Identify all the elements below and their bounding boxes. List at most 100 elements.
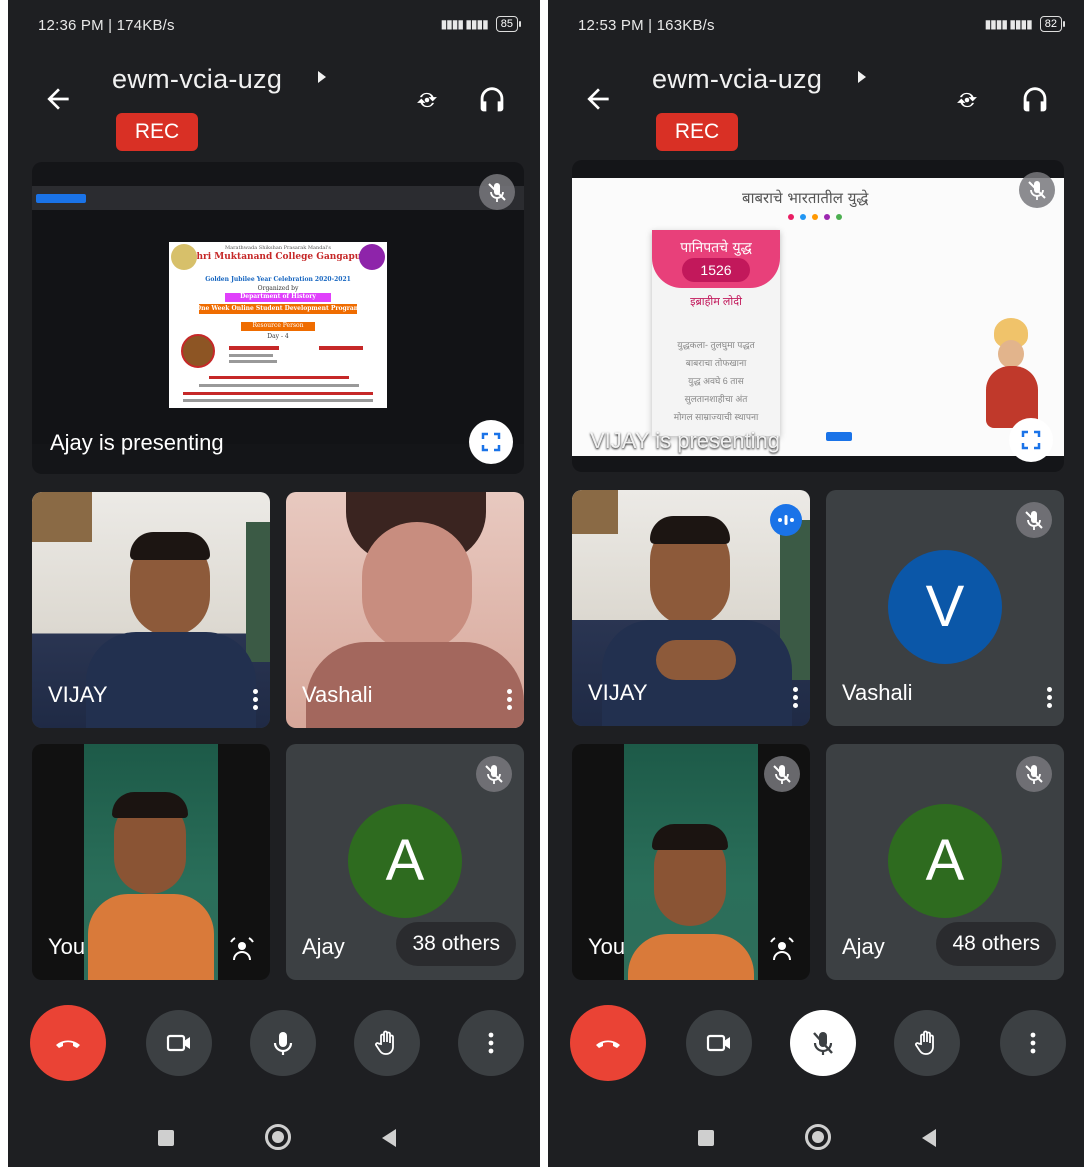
status-indicators: ▮▮▮▮ ▮▮▮▮ 85 — [441, 16, 522, 32]
poster-text-line — [229, 360, 277, 363]
back-nav-icon[interactable] — [922, 1129, 936, 1147]
recording-badge: REC — [116, 113, 198, 151]
end-call-button[interactable] — [30, 1005, 106, 1081]
event-poster: Marathwada Shikshan Prasarak Mandal's Sh… — [169, 242, 387, 408]
expand-icon — [1021, 430, 1041, 450]
shirt — [628, 934, 754, 980]
poster-event: Golden Jubilee Year Celebration 2020-202… — [205, 276, 351, 283]
mic-off-badge — [1019, 172, 1055, 208]
status-bar: 12:36 PM | 174KB/s ▮▮▮▮ ▮▮▮▮ 85 — [8, 0, 540, 52]
avatar: A — [888, 804, 1002, 918]
mic-icon — [273, 1032, 293, 1055]
mic-off-icon — [488, 183, 506, 202]
hair — [650, 516, 730, 544]
audio-level-icon — [778, 515, 794, 525]
participant-name: Vashali — [842, 680, 913, 705]
participant-name: You — [588, 934, 626, 959]
more-vert-icon[interactable] — [1044, 684, 1054, 710]
camera-icon — [166, 1034, 190, 1052]
headphones-icon[interactable] — [475, 83, 509, 117]
more-vert-icon[interactable] — [790, 684, 800, 710]
speaking-indicator — [770, 504, 802, 536]
raise-hand-button[interactable] — [354, 1010, 420, 1076]
meeting-title[interactable]: ewm-vcia-uzg — [652, 64, 822, 95]
face — [362, 522, 472, 652]
raise-hand-icon — [915, 1030, 934, 1055]
presentation-tile[interactable]: Marathwada Shikshan Prasarak Mandal's Sh… — [32, 162, 524, 474]
card-line: मोगल साम्राज्याची स्थापना — [673, 412, 759, 422]
more-vert-icon[interactable] — [504, 686, 514, 712]
back-nav-icon[interactable] — [382, 1129, 396, 1147]
poster-text-line — [229, 346, 279, 350]
more-vert-icon — [1030, 1032, 1036, 1054]
participant-tile-vashali[interactable]: Vashali — [286, 492, 524, 728]
shared-slide: बाबराचे भारतातील युद्धे पानिपतचे युद्ध 1… — [572, 178, 1064, 456]
mic-off-icon — [1025, 765, 1043, 784]
college-logo — [171, 244, 197, 270]
headphones-icon[interactable] — [1018, 83, 1052, 117]
expand-button[interactable] — [1009, 418, 1053, 462]
home-nav-icon[interactable] — [805, 1124, 831, 1150]
mic-off-badge — [476, 756, 512, 792]
call-controls — [548, 1005, 1084, 1081]
avatar: A — [348, 804, 462, 918]
hair — [652, 824, 728, 850]
slide-card: पानिपतचे युद्ध 1526 इब्राहीम लोदी युद्धक… — [652, 230, 780, 436]
mic-off-badge — [1016, 756, 1052, 792]
caret-right-icon[interactable] — [318, 71, 326, 83]
poster-text-line — [209, 376, 349, 379]
raise-hand-button[interactable] — [894, 1010, 960, 1076]
back-arrow-icon[interactable] — [582, 83, 614, 115]
avatar: V — [888, 550, 1002, 664]
caret-right-icon[interactable] — [858, 71, 866, 83]
mic-off-icon — [773, 765, 791, 784]
meeting-title[interactable]: ewm-vcia-uzg — [112, 64, 282, 95]
presentation-tile[interactable]: बाबराचे भारतातील युद्धे पानिपतचे युद्ध 1… — [572, 160, 1064, 472]
recents-nav-icon[interactable] — [158, 1130, 174, 1146]
camera-button[interactable] — [146, 1010, 212, 1076]
switch-camera-icon[interactable] — [410, 83, 444, 117]
battery-icon: 85 — [495, 16, 522, 32]
system-nav-bar — [548, 1112, 1084, 1162]
others-count[interactable]: 48 others — [936, 922, 1056, 966]
mic-off-button[interactable] — [790, 1010, 856, 1076]
more-options-button[interactable] — [458, 1010, 524, 1076]
presenting-label: VIJAY is presenting — [590, 428, 780, 453]
mic-button[interactable] — [250, 1010, 316, 1076]
mic-off-icon — [813, 1032, 833, 1055]
mic-off-icon — [1025, 511, 1043, 530]
jubilee-logo — [359, 244, 385, 270]
expand-button[interactable] — [469, 420, 513, 464]
poster-org: Marathwada Shikshan Prasarak Mandal's — [225, 245, 331, 251]
participant-tile-ajay[interactable]: A Ajay 38 others — [286, 744, 524, 980]
participant-tile-you[interactable]: You — [32, 744, 270, 980]
noise-icon[interactable] — [768, 936, 796, 964]
more-options-button[interactable] — [1000, 1010, 1066, 1076]
participant-name: Vashali — [302, 682, 373, 707]
end-call-button[interactable] — [570, 1005, 646, 1081]
speaker-photo — [181, 334, 215, 368]
others-count[interactable]: 38 others — [396, 922, 516, 966]
camera-button[interactable] — [686, 1010, 752, 1076]
participant-tile-vashali[interactable]: V Vashali — [826, 490, 1064, 726]
participant-tile-vijay[interactable]: VIJAY — [32, 492, 270, 728]
participant-tile-ajay[interactable]: A Ajay 48 others — [826, 744, 1064, 980]
participant-tile-you[interactable]: You — [572, 744, 810, 980]
switch-camera-icon[interactable] — [950, 83, 984, 117]
phone-screen-2: 12:53 PM | 163KB/s ▮▮▮▮ ▮▮▮▮ 82 ewm-vcia… — [548, 0, 1084, 1167]
status-bar: 12:53 PM | 163KB/s ▮▮▮▮ ▮▮▮▮ 82 — [548, 0, 1084, 52]
home-nav-icon[interactable] — [265, 1124, 291, 1150]
recents-nav-icon[interactable] — [698, 1130, 714, 1146]
back-arrow-icon[interactable] — [42, 83, 74, 115]
participant-tile-vijay[interactable]: VIJAY — [572, 490, 810, 726]
meeting-header: ewm-vcia-uzg REC — [548, 55, 1084, 155]
noise-icon[interactable] — [228, 936, 256, 964]
poster-text-line — [229, 354, 273, 357]
participant-name: VIJAY — [48, 682, 108, 707]
card-title: पानिपतचे युद्ध — [680, 240, 752, 256]
poster-text-line — [183, 392, 373, 395]
mic-off-badge — [479, 174, 515, 210]
participant-name: You — [48, 934, 86, 959]
more-vert-icon[interactable] — [250, 686, 260, 712]
poster-text-line — [199, 384, 359, 387]
